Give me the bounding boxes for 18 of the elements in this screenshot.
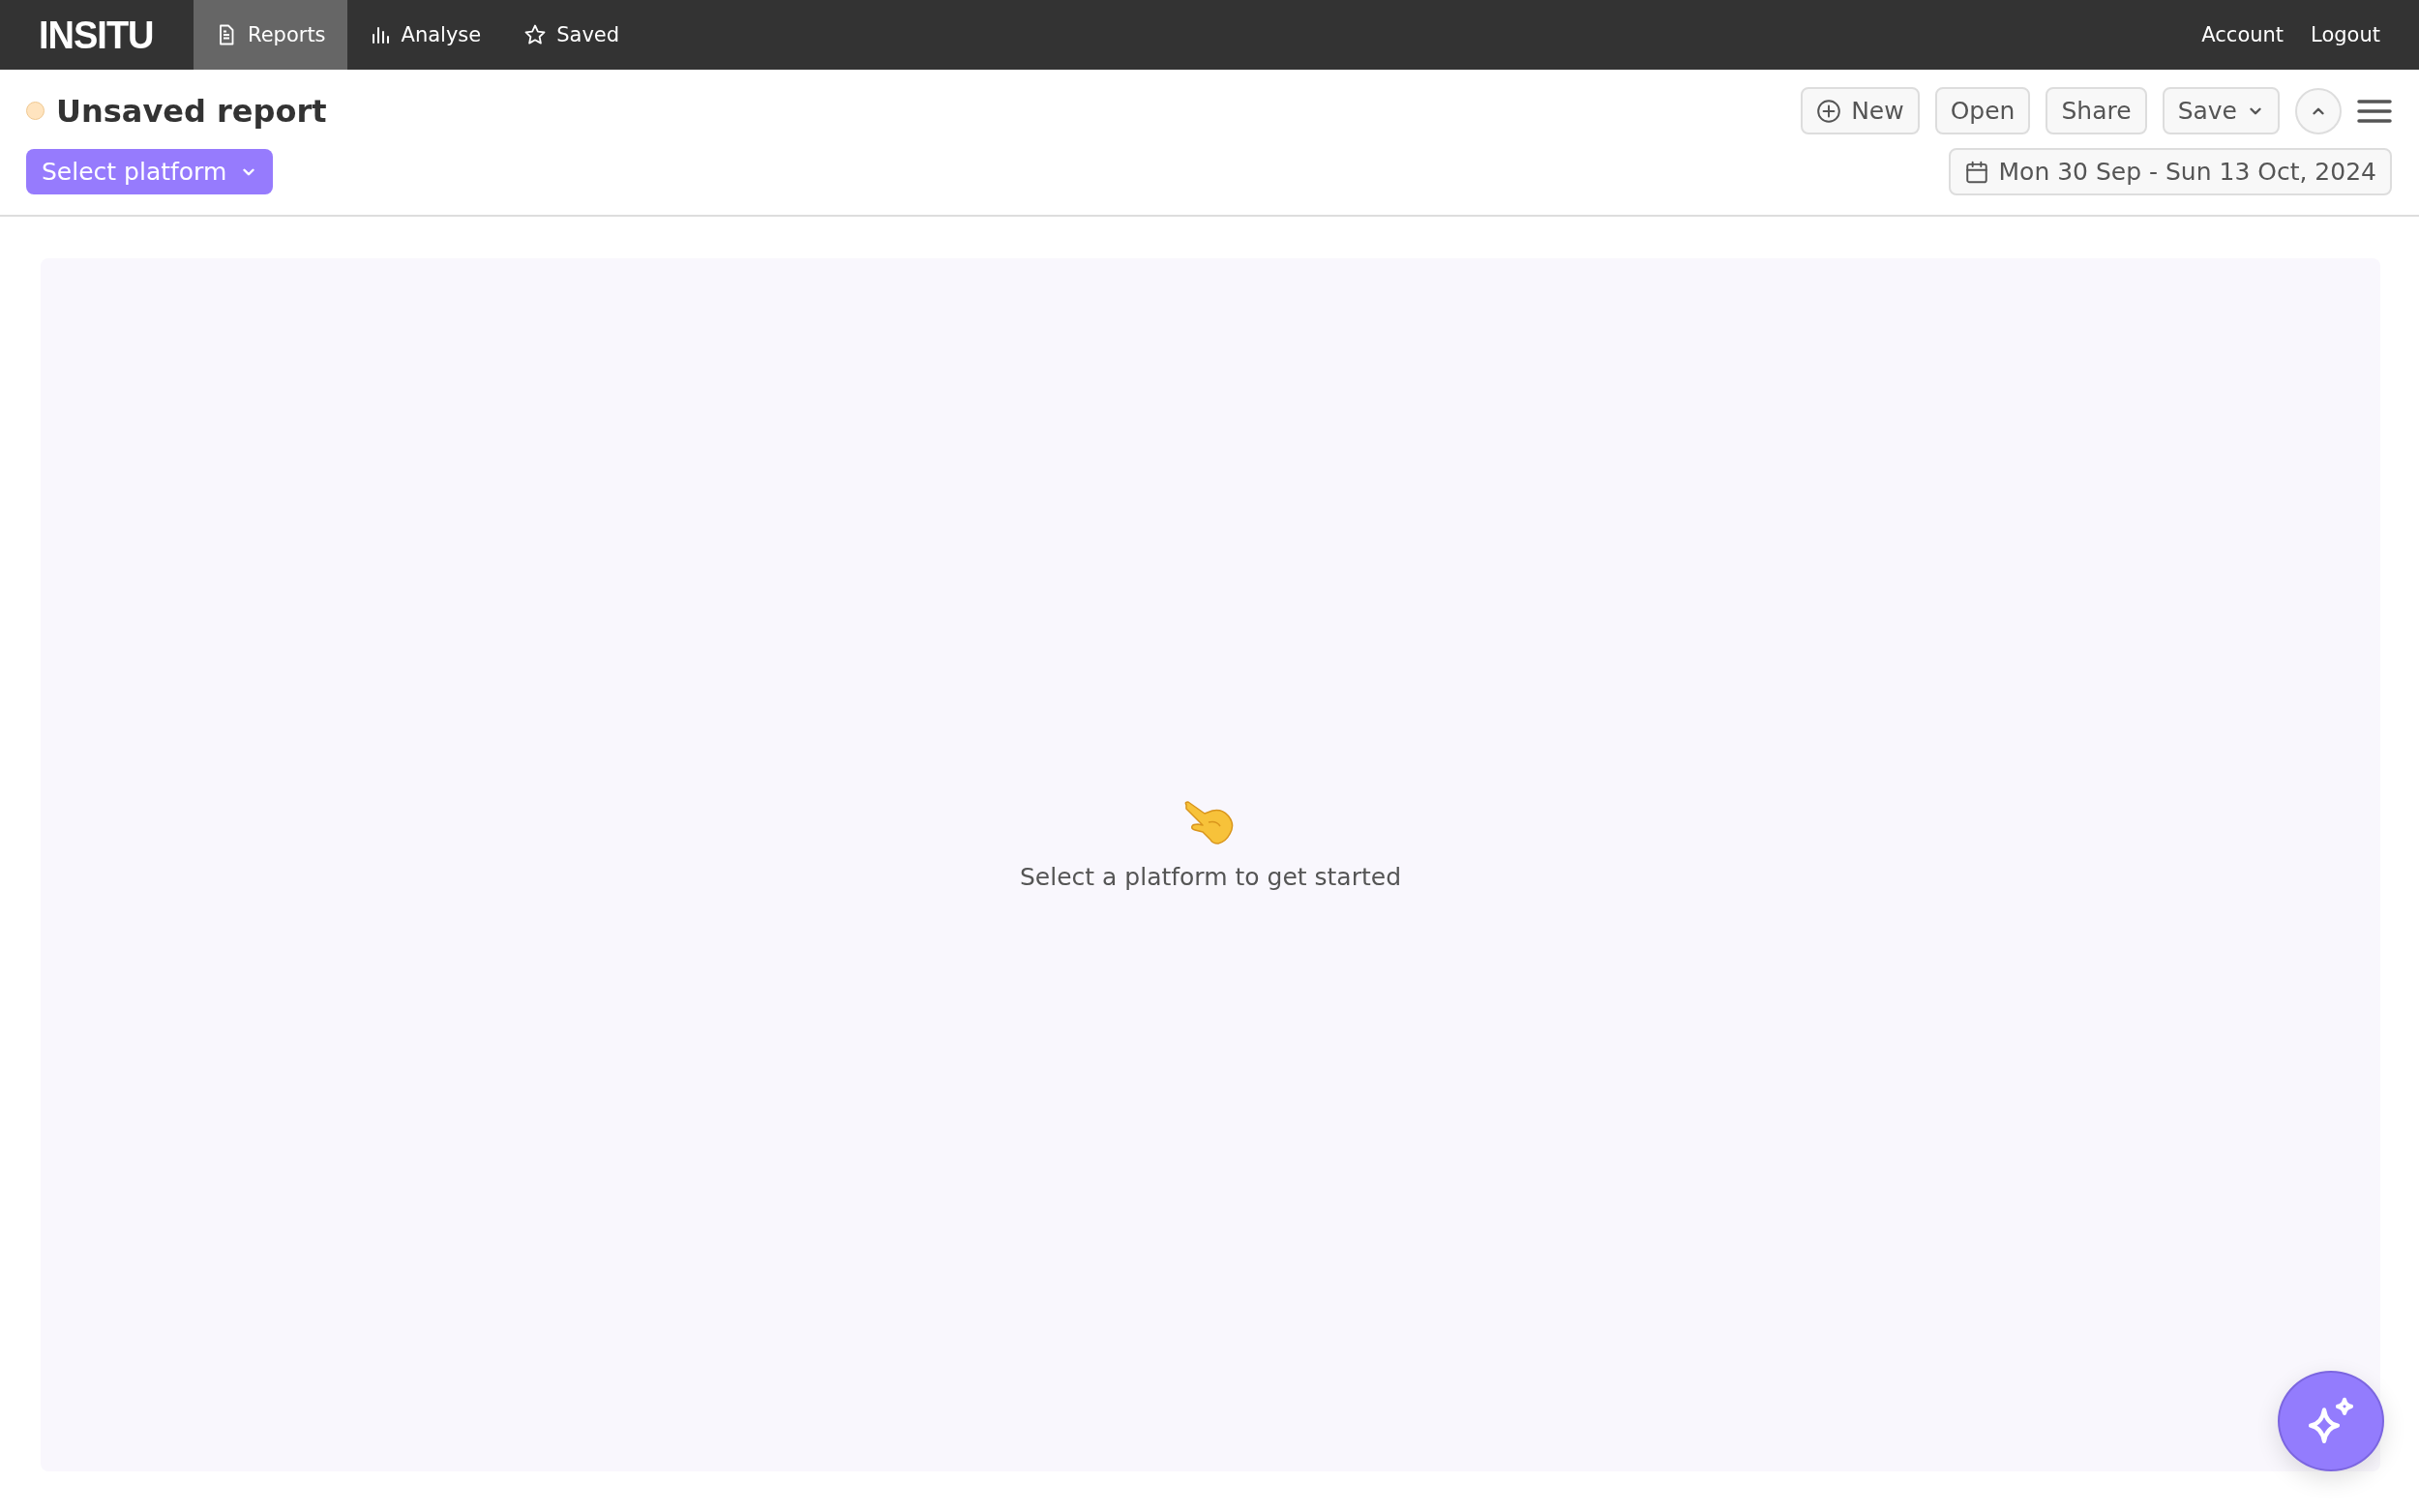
calendar-icon [1963, 159, 1989, 185]
report-title: Unsaved report [56, 92, 327, 130]
menu-icon[interactable] [2357, 97, 2392, 125]
save-button[interactable]: Save [2162, 87, 2280, 134]
status-dot [26, 102, 45, 120]
plus-circle-icon [1816, 98, 1842, 124]
star-icon [523, 23, 548, 46]
toolbar-button[interactable]: Share [2046, 87, 2147, 134]
nav-link[interactable]: Logout [2297, 0, 2419, 70]
nav-link[interactable]: Account [2188, 0, 2298, 70]
nav-tab[interactable]: Reports [194, 0, 347, 70]
empty-state-message: Select a platform to get started [1020, 862, 1401, 891]
toolbar-button[interactable]: Open [1934, 87, 2031, 134]
nav-tab[interactable]: Saved [502, 0, 642, 70]
logo: INSITU [38, 12, 155, 58]
nav-tab[interactable]: Analyse [346, 0, 503, 70]
new-button[interactable]: New [1801, 87, 1920, 134]
date-range-picker[interactable]: Mon 30 Sep - Sun 13 Oct, 2024 [1948, 148, 2392, 195]
